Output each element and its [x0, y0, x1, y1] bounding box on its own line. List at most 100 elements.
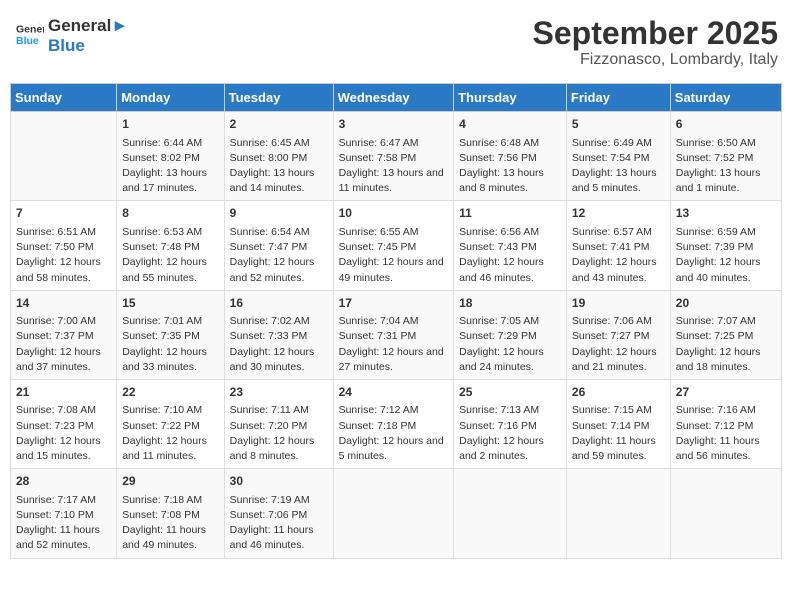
calendar-header-row: SundayMondayTuesdayWednesdayThursdayFrid…: [11, 84, 782, 112]
cell-sun-info: Sunrise: 7:02 AMSunset: 7:33 PMDaylight:…: [230, 314, 328, 375]
cell-sun-info: Sunrise: 6:44 AMSunset: 8:02 PMDaylight:…: [122, 136, 218, 197]
calendar-cell: 20Sunrise: 7:07 AMSunset: 7:25 PMDayligh…: [670, 290, 781, 379]
calendar-cell: 19 Sunrise: 7:06 AMSunset: 7:27 PMDayligh…: [566, 290, 670, 379]
date-number: 1: [122, 116, 218, 133]
calendar-cell: 29Sunrise: 7:18 AMSunset: 7:08 PMDayligh…: [117, 469, 224, 558]
date-number: 11: [459, 205, 561, 222]
calendar-cell: 7 Sunrise: 6:51 AMSunset: 7:50 PMDaylight…: [11, 201, 117, 290]
day-header-tuesday: Tuesday: [224, 84, 333, 112]
calendar-cell: 23Sunrise: 7:11 AMSunset: 7:20 PMDayligh…: [224, 379, 333, 468]
calendar-cell: 28Sunrise: 7:17 AMSunset: 7:10 PMDayligh…: [11, 469, 117, 558]
date-number: 30: [230, 473, 328, 490]
calendar-cell: 21Sunrise: 7:08 AMSunset: 7:23 PMDayligh…: [11, 379, 117, 468]
calendar-cell: 26 Sunrise: 7:15 AMSunset: 7:14 PMDayligh…: [566, 379, 670, 468]
month-title: September 2025: [533, 16, 778, 51]
date-number: 20: [676, 295, 776, 312]
calendar-cell: 5 Sunrise: 6:49 AMSunset: 7:54 PMDaylight…: [566, 112, 670, 201]
calendar-cell: 2 Sunrise: 6:45 AMSunset: 8:00 PMDaylight…: [224, 112, 333, 201]
calendar-cell: [333, 469, 454, 558]
day-header-monday: Monday: [117, 84, 224, 112]
date-number: 26: [572, 384, 665, 401]
cell-sun-info: Sunrise: 6:49 AMSunset: 7:54 PMDaylight:…: [572, 136, 665, 197]
logo: General Blue General► Blue: [14, 16, 128, 57]
date-number: 17: [339, 295, 449, 312]
date-number: 13: [676, 205, 776, 222]
date-number: 3: [339, 116, 449, 133]
calendar-cell: [454, 469, 567, 558]
calendar-cell: [11, 112, 117, 201]
calendar-cell: 4Sunrise: 6:48 AMSunset: 7:56 PMDaylight…: [454, 112, 567, 201]
date-number: 16: [230, 295, 328, 312]
date-number: 12: [572, 205, 665, 222]
date-number: 5: [572, 116, 665, 133]
day-header-saturday: Saturday: [670, 84, 781, 112]
calendar-cell: 1 Sunrise: 6:44 AMSunset: 8:02 PMDaylight…: [117, 112, 224, 201]
cell-sun-info: Sunrise: 7:06 AMSunset: 7:27 PMDaylight:…: [572, 314, 665, 375]
location-title: Fizzonasco, Lombardy, Italy: [533, 51, 778, 69]
cell-sun-info: Sunrise: 7:01 AMSunset: 7:35 PMDaylight:…: [122, 314, 218, 375]
cell-sun-info: Sunrise: 7:15 AMSunset: 7:14 PMDaylight:…: [572, 403, 665, 464]
cell-sun-info: Sunrise: 7:00 AMSunset: 7:37 PMDaylight:…: [16, 314, 111, 375]
date-number: 14: [16, 295, 111, 312]
calendar-cell: [566, 469, 670, 558]
cell-sun-info: Sunrise: 6:56 AMSunset: 7:43 PMDaylight:…: [459, 225, 561, 286]
date-number: 25: [459, 384, 561, 401]
cell-sun-info: Sunrise: 7:04 AMSunset: 7:31 PMDaylight:…: [339, 314, 449, 375]
calendar-cell: 14 Sunrise: 7:00 AMSunset: 7:37 PMDayligh…: [11, 290, 117, 379]
calendar-cell: 22 Sunrise: 7:10 AMSunset: 7:22 PMDayligh…: [117, 379, 224, 468]
date-number: 22: [122, 384, 218, 401]
calendar-cell: 16 Sunrise: 7:02 AMSunset: 7:33 PMDayligh…: [224, 290, 333, 379]
calendar-cell: 24Sunrise: 7:12 AMSunset: 7:18 PMDayligh…: [333, 379, 454, 468]
cell-sun-info: Sunrise: 6:53 AMSunset: 7:48 PMDaylight:…: [122, 225, 218, 286]
day-header-wednesday: Wednesday: [333, 84, 454, 112]
calendar-cell: 25 Sunrise: 7:13 AMSunset: 7:16 PMDayligh…: [454, 379, 567, 468]
date-number: 7: [16, 205, 111, 222]
svg-text:General: General: [16, 23, 44, 35]
cell-sun-info: Sunrise: 7:10 AMSunset: 7:22 PMDaylight:…: [122, 403, 218, 464]
logo-line1: General►: [48, 16, 128, 36]
day-header-sunday: Sunday: [11, 84, 117, 112]
calendar-cell: [670, 469, 781, 558]
date-number: 23: [230, 384, 328, 401]
date-number: 18: [459, 295, 561, 312]
header: General Blue General► Blue September 202…: [10, 10, 782, 75]
date-number: 2: [230, 116, 328, 133]
cell-sun-info: Sunrise: 7:19 AMSunset: 7:06 PMDaylight:…: [230, 493, 328, 554]
date-number: 27: [676, 384, 776, 401]
cell-sun-info: Sunrise: 6:45 AMSunset: 8:00 PMDaylight:…: [230, 136, 328, 197]
calendar-week-row: 21Sunrise: 7:08 AMSunset: 7:23 PMDayligh…: [11, 379, 782, 468]
calendar-cell: 3 Sunrise: 6:47 AMSunset: 7:58 PMDaylight…: [333, 112, 454, 201]
date-number: 15: [122, 295, 218, 312]
svg-text:Blue: Blue: [16, 35, 39, 47]
cell-sun-info: Sunrise: 6:51 AMSunset: 7:50 PMDaylight:…: [16, 225, 111, 286]
calendar-week-row: 7 Sunrise: 6:51 AMSunset: 7:50 PMDaylight…: [11, 201, 782, 290]
logo-icon: General Blue: [16, 20, 44, 48]
calendar-cell: 18 Sunrise: 7:05 AMSunset: 7:29 PMDayligh…: [454, 290, 567, 379]
calendar-cell: 15 Sunrise: 7:01 AMSunset: 7:35 PMDayligh…: [117, 290, 224, 379]
date-number: 28: [16, 473, 111, 490]
date-number: 21: [16, 384, 111, 401]
title-area: September 2025 Fizzonasco, Lombardy, Ita…: [533, 16, 778, 69]
calendar-cell: 8 Sunrise: 6:53 AMSunset: 7:48 PMDaylight…: [117, 201, 224, 290]
calendar-body: 1 Sunrise: 6:44 AMSunset: 8:02 PMDaylight…: [11, 112, 782, 558]
cell-sun-info: Sunrise: 6:47 AMSunset: 7:58 PMDaylight:…: [339, 136, 449, 197]
date-number: 29: [122, 473, 218, 490]
calendar-cell: 17 Sunrise: 7:04 AMSunset: 7:31 PMDayligh…: [333, 290, 454, 379]
calendar-week-row: 14 Sunrise: 7:00 AMSunset: 7:37 PMDayligh…: [11, 290, 782, 379]
date-number: 19: [572, 295, 665, 312]
calendar-cell: 12 Sunrise: 6:57 AMSunset: 7:41 PMDayligh…: [566, 201, 670, 290]
cell-sun-info: Sunrise: 7:05 AMSunset: 7:29 PMDaylight:…: [459, 314, 561, 375]
date-number: 9: [230, 205, 328, 222]
calendar-cell: 10Sunrise: 6:55 AMSunset: 7:45 PMDayligh…: [333, 201, 454, 290]
calendar-cell: 11 Sunrise: 6:56 AMSunset: 7:43 PMDayligh…: [454, 201, 567, 290]
day-header-friday: Friday: [566, 84, 670, 112]
cell-sun-info: Sunrise: 7:16 AMSunset: 7:12 PMDaylight:…: [676, 403, 776, 464]
cell-sun-info: Sunrise: 6:55 AMSunset: 7:45 PMDaylight:…: [339, 225, 449, 286]
calendar-cell: 13Sunrise: 6:59 AMSunset: 7:39 PMDayligh…: [670, 201, 781, 290]
logo-line2: Blue: [48, 36, 128, 56]
day-header-thursday: Thursday: [454, 84, 567, 112]
cell-sun-info: Sunrise: 7:13 AMSunset: 7:16 PMDaylight:…: [459, 403, 561, 464]
cell-sun-info: Sunrise: 6:57 AMSunset: 7:41 PMDaylight:…: [572, 225, 665, 286]
calendar-cell: 9Sunrise: 6:54 AMSunset: 7:47 PMDaylight…: [224, 201, 333, 290]
date-number: 8: [122, 205, 218, 222]
